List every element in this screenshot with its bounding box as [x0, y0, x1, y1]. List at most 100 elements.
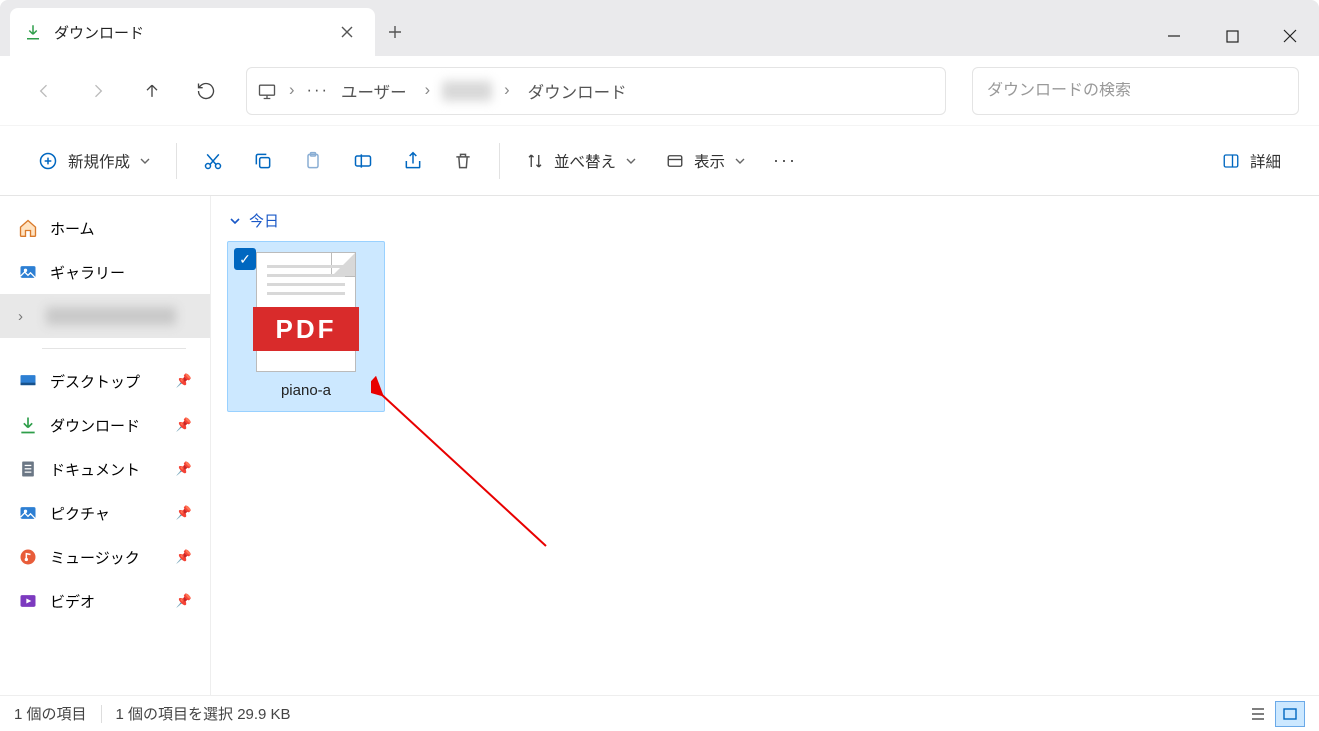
sidebar-documents-label: ドキュメント	[50, 459, 140, 480]
separator	[499, 143, 500, 179]
download-icon	[24, 23, 42, 41]
document-icon	[18, 459, 38, 479]
desktop-icon	[18, 371, 38, 391]
separator	[176, 143, 177, 179]
rename-button[interactable]	[339, 139, 387, 183]
copy-button[interactable]	[239, 139, 287, 183]
forward-button[interactable]	[74, 67, 122, 115]
minimize-button[interactable]	[1145, 16, 1203, 56]
ellipsis-icon[interactable]: ···	[307, 81, 329, 100]
download-icon	[18, 415, 38, 435]
chevron-down-icon	[229, 215, 241, 227]
navbar: › ··· ユーザー › › ダウンロード	[0, 56, 1319, 126]
pin-icon: 📌	[176, 593, 192, 609]
statusbar: 1 個の項目 1 個の項目を選択 29.9 KB	[0, 695, 1319, 731]
sidebar-item-home[interactable]: ホーム	[0, 206, 210, 250]
sidebar-item-gallery[interactable]: ギャラリー	[0, 250, 210, 294]
new-label: 新規作成	[68, 150, 130, 172]
separator	[101, 705, 102, 723]
cut-button[interactable]	[189, 139, 237, 183]
view-toggle	[1243, 701, 1305, 727]
annotation-arrow	[371, 376, 571, 556]
group-header-today[interactable]: 今日	[227, 210, 1303, 231]
tab-downloads[interactable]: ダウンロード	[10, 8, 375, 56]
sidebar-pictures-label: ピクチャ	[50, 503, 110, 524]
sidebar-gallery-label: ギャラリー	[50, 262, 125, 283]
titlebar: ダウンロード	[0, 0, 1319, 56]
sort-label: 並べ替え	[554, 150, 616, 172]
back-button[interactable]	[20, 67, 68, 115]
pin-icon: 📌	[176, 417, 192, 433]
maximize-button[interactable]	[1203, 16, 1261, 56]
checkbox-checked-icon[interactable]: ✓	[234, 248, 256, 270]
new-tab-button[interactable]	[375, 8, 415, 56]
pin-icon: 📌	[176, 549, 192, 565]
sidebar-item-music[interactable]: ミュージック 📌	[0, 535, 210, 579]
separator	[42, 348, 186, 349]
paste-button[interactable]	[289, 139, 337, 183]
sidebar-item-videos[interactable]: ビデオ 📌	[0, 579, 210, 623]
search-input[interactable]	[987, 82, 1284, 100]
group-label: 今日	[249, 210, 279, 231]
new-button[interactable]: 新規作成	[24, 139, 164, 183]
sidebar-downloads-label: ダウンロード	[50, 415, 140, 436]
sidebar-videos-label: ビデオ	[50, 591, 95, 612]
pin-icon: 📌	[176, 373, 192, 389]
video-icon	[18, 591, 38, 611]
view-button[interactable]: 表示	[652, 139, 759, 183]
sidebar-desktop-label: デスクトップ	[50, 371, 140, 392]
pdf-file-icon: PDF	[256, 252, 356, 372]
search-box[interactable]	[972, 67, 1299, 115]
icon-view-button[interactable]	[1275, 701, 1305, 727]
file-name: piano-a	[236, 382, 376, 399]
close-window-button[interactable]	[1261, 16, 1319, 56]
home-icon	[18, 218, 38, 238]
pdf-badge: PDF	[253, 307, 359, 351]
up-button[interactable]	[128, 67, 176, 115]
sidebar-item-user[interactable]: ›	[0, 294, 210, 338]
music-icon	[18, 547, 38, 567]
refresh-button[interactable]	[182, 67, 230, 115]
close-tab-button[interactable]	[333, 18, 361, 46]
breadcrumb-downloads[interactable]: ダウンロード	[522, 75, 633, 107]
list-view-button[interactable]	[1243, 701, 1273, 727]
breadcrumb-users[interactable]: ユーザー	[335, 75, 413, 107]
window-controls	[1145, 16, 1319, 56]
content-pane[interactable]: 今日 ✓ PDF piano-a	[210, 196, 1319, 695]
sidebar: ホーム ギャラリー › デスクトップ 📌 ダウンロード 📌 ドキュメント 📌	[0, 196, 210, 695]
picture-icon	[18, 503, 38, 523]
chevron-down-icon	[626, 156, 636, 166]
sidebar-item-documents[interactable]: ドキュメント 📌	[0, 447, 210, 491]
breadcrumb-user-blurred[interactable]	[442, 81, 492, 101]
sidebar-music-label: ミュージック	[50, 547, 140, 568]
chevron-right-icon[interactable]: ›	[504, 81, 510, 100]
sidebar-item-desktop[interactable]: デスクトップ 📌	[0, 359, 210, 403]
pin-icon: 📌	[176, 505, 192, 521]
gallery-icon	[18, 262, 38, 282]
chevron-right-icon: ›	[18, 308, 30, 325]
share-button[interactable]	[389, 139, 437, 183]
status-item-count: 1 個の項目	[14, 703, 87, 724]
status-selected: 1 個の項目を選択 29.9 KB	[116, 703, 291, 724]
sidebar-item-downloads[interactable]: ダウンロード 📌	[0, 403, 210, 447]
sort-button[interactable]: 並べ替え	[512, 139, 650, 183]
sidebar-item-pictures[interactable]: ピクチャ 📌	[0, 491, 210, 535]
sidebar-home-label: ホーム	[50, 218, 95, 239]
sidebar-user-blurred	[46, 307, 176, 325]
toolbar: 新規作成 並べ替え 表示 ··· 詳細	[0, 126, 1319, 196]
details-label: 詳細	[1250, 150, 1281, 172]
chevron-down-icon	[735, 156, 745, 166]
view-label: 表示	[694, 150, 725, 172]
chevron-right-icon[interactable]: ›	[425, 81, 431, 100]
chevron-right-icon[interactable]: ›	[289, 81, 295, 100]
more-button[interactable]: ···	[761, 139, 809, 183]
file-item-piano-a[interactable]: ✓ PDF piano-a	[227, 241, 385, 412]
pin-icon: 📌	[176, 461, 192, 477]
delete-button[interactable]	[439, 139, 487, 183]
pc-icon	[257, 81, 277, 101]
chevron-down-icon	[140, 156, 150, 166]
tab-title: ダウンロード	[54, 22, 321, 43]
details-button[interactable]: 詳細	[1208, 139, 1295, 183]
address-bar[interactable]: › ··· ユーザー › › ダウンロード	[246, 67, 946, 115]
main-area: ホーム ギャラリー › デスクトップ 📌 ダウンロード 📌 ドキュメント 📌	[0, 196, 1319, 695]
